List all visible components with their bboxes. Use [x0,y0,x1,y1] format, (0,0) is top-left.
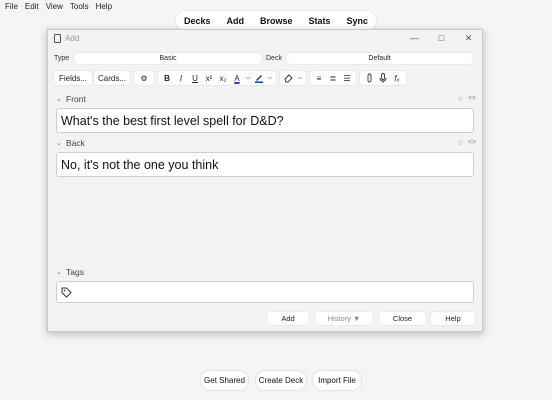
front-field-editor[interactable]: What's the best first level spell for D&… [56,108,474,133]
html-editor-icon[interactable]: <> [468,95,476,103]
pin-icon[interactable]: ☆ [458,95,464,103]
main-toolbar: Decks Add Browse Stats Sync [176,11,376,30]
import-file-button[interactable]: Import File [313,371,361,390]
toolbar-decks[interactable]: Decks [184,16,211,26]
menu-help[interactable]: Help [96,2,112,11]
toolbar-add[interactable]: Add [227,16,245,26]
add-dialog: Add — □ ✕ Type Basic Deck Default Fields… [47,29,483,332]
deck-selector[interactable]: Default [286,52,473,64]
menu-file[interactable]: File [5,2,18,11]
underline-icon[interactable]: U [188,71,202,85]
formula-icon[interactable]: fₓ [390,71,404,85]
fields-button[interactable]: Fields... [54,71,92,85]
tags-label: Tags [66,267,84,277]
collapse-chevron-icon[interactable]: ⌄ [56,95,66,103]
note-type-selector[interactable]: Basic [74,52,262,64]
pin-icon[interactable]: ☆ [458,139,464,147]
dialog-title: Add [65,33,80,43]
superscript-icon[interactable]: x² [202,71,216,85]
toolbar-stats[interactable]: Stats [308,16,330,26]
tags-header: ⌄ Tags [56,266,476,278]
settings-gear-icon[interactable]: ⚙ [134,71,154,85]
front-label: Front [66,94,86,104]
cards-button[interactable]: Cards... [94,71,130,85]
highlight-dropdown-icon[interactable]: ⌵ [266,71,274,85]
tag-editor[interactable] [56,281,474,303]
deck-label: Deck [266,54,282,62]
add-button[interactable]: Add [267,312,309,325]
toolbar-browse[interactable]: Browse [260,16,293,26]
text-color-icon[interactable]: A [230,71,244,85]
back-label: Back [66,138,85,148]
menu-view[interactable]: View [46,2,63,11]
app-icon [54,33,61,43]
history-button[interactable]: History ▼ [315,312,373,325]
menu-edit[interactable]: Edit [25,2,39,11]
menu-tools[interactable]: Tools [70,2,89,11]
dialog-button-row: Add History ▼ Close Help [48,312,482,326]
type-label: Type [54,54,70,62]
back-field-editor[interactable]: No, it's not the one you think [56,152,474,177]
numbered-list-icon[interactable]: ≣ [326,71,340,85]
formatting-toolbar: Fields... Cards... ⚙ B I U x² x₂ A ⌵ ⌵ ⌵… [54,70,476,86]
eraser-group: ⌵ [280,71,306,85]
collapse-chevron-icon[interactable]: ⌄ [56,268,66,276]
media-group: fₓ [360,71,406,85]
create-deck-button[interactable]: Create Deck [256,371,306,390]
close-icon[interactable]: ✕ [455,33,482,44]
align-icon[interactable]: ☰ [340,71,354,85]
attachment-icon[interactable] [362,71,376,85]
dialog-titlebar: Add — □ ✕ [48,30,482,46]
highlight-color-icon[interactable] [252,71,266,85]
maximize-icon[interactable]: □ [428,33,455,44]
text-format-group: B I U x² x₂ A ⌵ ⌵ [158,71,276,85]
html-editor-icon[interactable]: <> [468,139,476,147]
italic-icon[interactable]: I [174,71,188,85]
subscript-icon[interactable]: x₂ [216,71,230,85]
bold-icon[interactable]: B [160,71,174,85]
help-button[interactable]: Help [431,312,475,325]
minimize-icon[interactable]: — [401,33,428,44]
eraser-dropdown-icon[interactable]: ⌵ [296,71,304,85]
list-group: ≡ ≣ ☰ [310,71,356,85]
microphone-icon[interactable] [376,71,390,85]
toolbar-sync[interactable]: Sync [346,16,368,26]
type-deck-row: Type Basic Deck Default [54,51,476,65]
collapse-chevron-icon[interactable]: ⌄ [56,139,66,147]
bullet-list-icon[interactable]: ≡ [312,71,326,85]
back-field-header: ⌄ Back ☆ <> [56,137,476,149]
get-shared-button[interactable]: Get Shared [201,371,248,390]
front-field-header: ⌄ Front ☆ <> [56,93,476,105]
eraser-icon[interactable] [282,71,296,85]
tag-icon [61,287,72,298]
close-button[interactable]: Close [379,312,426,325]
text-color-dropdown-icon[interactable]: ⌵ [244,71,252,85]
